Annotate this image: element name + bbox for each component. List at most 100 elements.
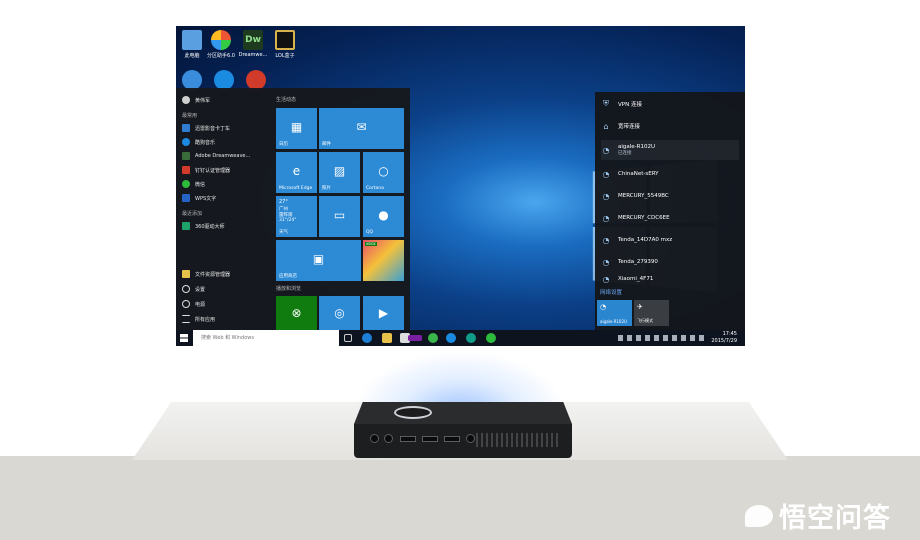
wifi-name: Tenda_14D7A0 mxz <box>618 237 673 243</box>
app-icon <box>182 70 202 90</box>
edge-tile[interactable]: e Microsoft Edge <box>276 152 317 193</box>
kugou-icon[interactable] <box>446 333 456 343</box>
store-tile[interactable]: ▣ 应用商店 <box>276 240 361 281</box>
monitor-app-tile[interactable]: ▭ <box>319 196 360 237</box>
system-tray-icons[interactable] <box>618 335 704 341</box>
usb-port-1 <box>400 436 416 442</box>
wifi-status: 已连接 <box>618 151 632 156</box>
wifi-network-item[interactable]: ◔ Tenda_279390 <box>601 252 739 272</box>
airplane-quick-tile[interactable]: ✈ 飞行模式 <box>634 300 669 326</box>
xbox-game-tile[interactable]: XBOX <box>363 240 404 281</box>
weather-range: 31°/24° <box>279 218 297 223</box>
vpn-item[interactable]: ⛨ VPN 连接 <box>601 94 739 114</box>
dialup-icon: ⌂ <box>603 121 609 131</box>
clock[interactable]: 17:45 2015/7/29 <box>711 331 737 345</box>
power-icon <box>182 300 190 308</box>
wifi-network-item[interactable]: ◔ MERCURY_CDC6EE <box>601 208 739 228</box>
device-front-panel <box>354 424 572 458</box>
wifi-network-item[interactable]: ◔ MERCURY_5549BC <box>601 186 739 206</box>
desktop-icon-partition[interactable]: 分区助手6.0 <box>203 30 239 59</box>
start-app-item[interactable]: 360驱动大师 <box>182 220 225 232</box>
settings-item[interactable]: 设置 <box>182 283 205 295</box>
movies-tile[interactable]: ▶ <box>363 296 404 330</box>
wifi-network-item[interactable]: ◔ aigale-R102U 已连接 <box>601 140 739 160</box>
weather-tile[interactable]: 27° 广州 雷阵雨 31°/24° 天气 <box>276 196 317 237</box>
wifi-icon: ◔ <box>602 235 610 245</box>
app-icon[interactable] <box>466 333 476 343</box>
app-label: 文件资源管理器 <box>195 271 231 278</box>
start-menu: 黄伟军 最常用 迅雷影音卡丁车 酷狗音乐 Adobe Dreamweave...… <box>176 88 410 330</box>
watermark-logo-icon <box>745 504 773 527</box>
search-box[interactable]: 搜索 Web 和 Windows <box>193 330 339 346</box>
power-item[interactable]: 电源 <box>182 298 205 310</box>
wifi-icon: ◔ <box>602 213 610 223</box>
partition-assistant-icon <box>211 30 231 50</box>
store-bag-icon: ▣ <box>312 252 325 267</box>
wifi-icon: ◔ <box>602 145 610 155</box>
app-label: 电源 <box>195 301 206 308</box>
user-account[interactable]: 黄伟军 <box>182 94 210 106</box>
dreamweaver-icon: Dw <box>243 30 263 50</box>
calendar-tile[interactable]: ▦ 日历 <box>276 108 317 149</box>
tiles-header-life: 生活动态 <box>276 97 297 103</box>
edge-icon: e <box>292 164 301 179</box>
app-icon <box>182 124 190 132</box>
start-app-item[interactable]: Adobe Dreamweave... <box>182 150 250 162</box>
start-app-item[interactable]: 微信 <box>182 178 205 190</box>
wifi-name: ChinaNet-sERY <box>618 171 659 177</box>
file-explorer-item[interactable]: 文件资源管理器 <box>182 268 230 280</box>
xbox-tile[interactable]: ⊗ <box>276 296 317 330</box>
mail-tile[interactable]: ✉ 邮件 <box>319 108 404 149</box>
watermark-text: 悟空问答 <box>779 503 891 534</box>
qq-penguin-icon: ● <box>378 208 389 223</box>
vent-grille <box>476 433 560 447</box>
dialup-item[interactable]: ⌂ 宽带连接 <box>601 116 739 136</box>
monitor-icon: ▭ <box>333 208 346 223</box>
wifi-quick-tile[interactable]: ◔ aigale-R102U <box>597 300 632 326</box>
wifi-icon: ◔ <box>602 257 610 267</box>
edge-icon[interactable] <box>362 333 372 343</box>
app-icon[interactable] <box>408 335 422 341</box>
start-app-item[interactable]: 钉钉认证管理器 <box>182 164 230 176</box>
groove-tile[interactable]: ◎ <box>319 296 360 330</box>
wifi-icon: ◔ <box>600 303 607 311</box>
tile-label: 邮件 <box>322 142 331 147</box>
power-button-ring <box>394 406 432 419</box>
wechat-icon[interactable] <box>486 333 496 343</box>
tiles-header-play: 播放和浏览 <box>276 286 302 292</box>
start-app-item[interactable]: 酷狗音乐 <box>182 136 215 148</box>
all-apps-item[interactable]: 所有应用 <box>182 313 215 325</box>
photos-icon: ▨ <box>333 164 346 179</box>
most-used-header: 最常用 <box>182 113 198 119</box>
audio-port <box>370 434 379 443</box>
folder-icon[interactable] <box>382 333 392 343</box>
cortana-icon: ○ <box>378 164 389 179</box>
task-view-icon[interactable] <box>344 334 352 342</box>
tile-label: 飞行模式 <box>637 318 653 323</box>
desktop-icon-dreamweaver[interactable]: Dw Dreamwe... <box>235 30 271 58</box>
network-settings-link[interactable]: 网络设置 <box>600 288 622 296</box>
xbox-badge: XBOX <box>365 242 377 246</box>
app-icon[interactable] <box>428 333 438 343</box>
app-label: Adobe Dreamweave... <box>195 153 251 159</box>
recently-added-header: 最近添加 <box>182 211 203 217</box>
app-label: 迅雷影音卡丁车 <box>195 125 231 132</box>
gear-icon <box>182 285 190 293</box>
cortana-tile[interactable]: ○ Cortana <box>363 152 404 193</box>
tile-label: Microsoft Edge <box>279 186 313 191</box>
music-disc-icon: ◎ <box>334 306 345 321</box>
wifi-network-item[interactable]: ◔ ChinaNet-sERY <box>601 164 739 184</box>
kugou-icon <box>182 138 190 146</box>
app-icon <box>182 166 190 174</box>
qq-tile[interactable]: ● QQ <box>363 196 404 237</box>
photos-tile[interactable]: ▨ 照片 <box>319 152 360 193</box>
start-app-item[interactable]: 迅雷影音卡丁车 <box>182 122 230 134</box>
start-button[interactable] <box>180 334 188 342</box>
start-app-item[interactable]: WPS文字 <box>182 192 216 204</box>
app-label: 设置 <box>195 286 206 293</box>
wifi-network-item[interactable]: ◔ Xiaomi_4F71 <box>601 274 739 284</box>
desktop-icon-lol[interactable]: LOL盒子 <box>267 30 303 59</box>
tile-label: aigale-R102U <box>600 319 627 324</box>
wifi-icon: ◔ <box>602 191 610 201</box>
wifi-network-item[interactable]: ◔ Tenda_14D7A0 mxz <box>601 230 739 250</box>
